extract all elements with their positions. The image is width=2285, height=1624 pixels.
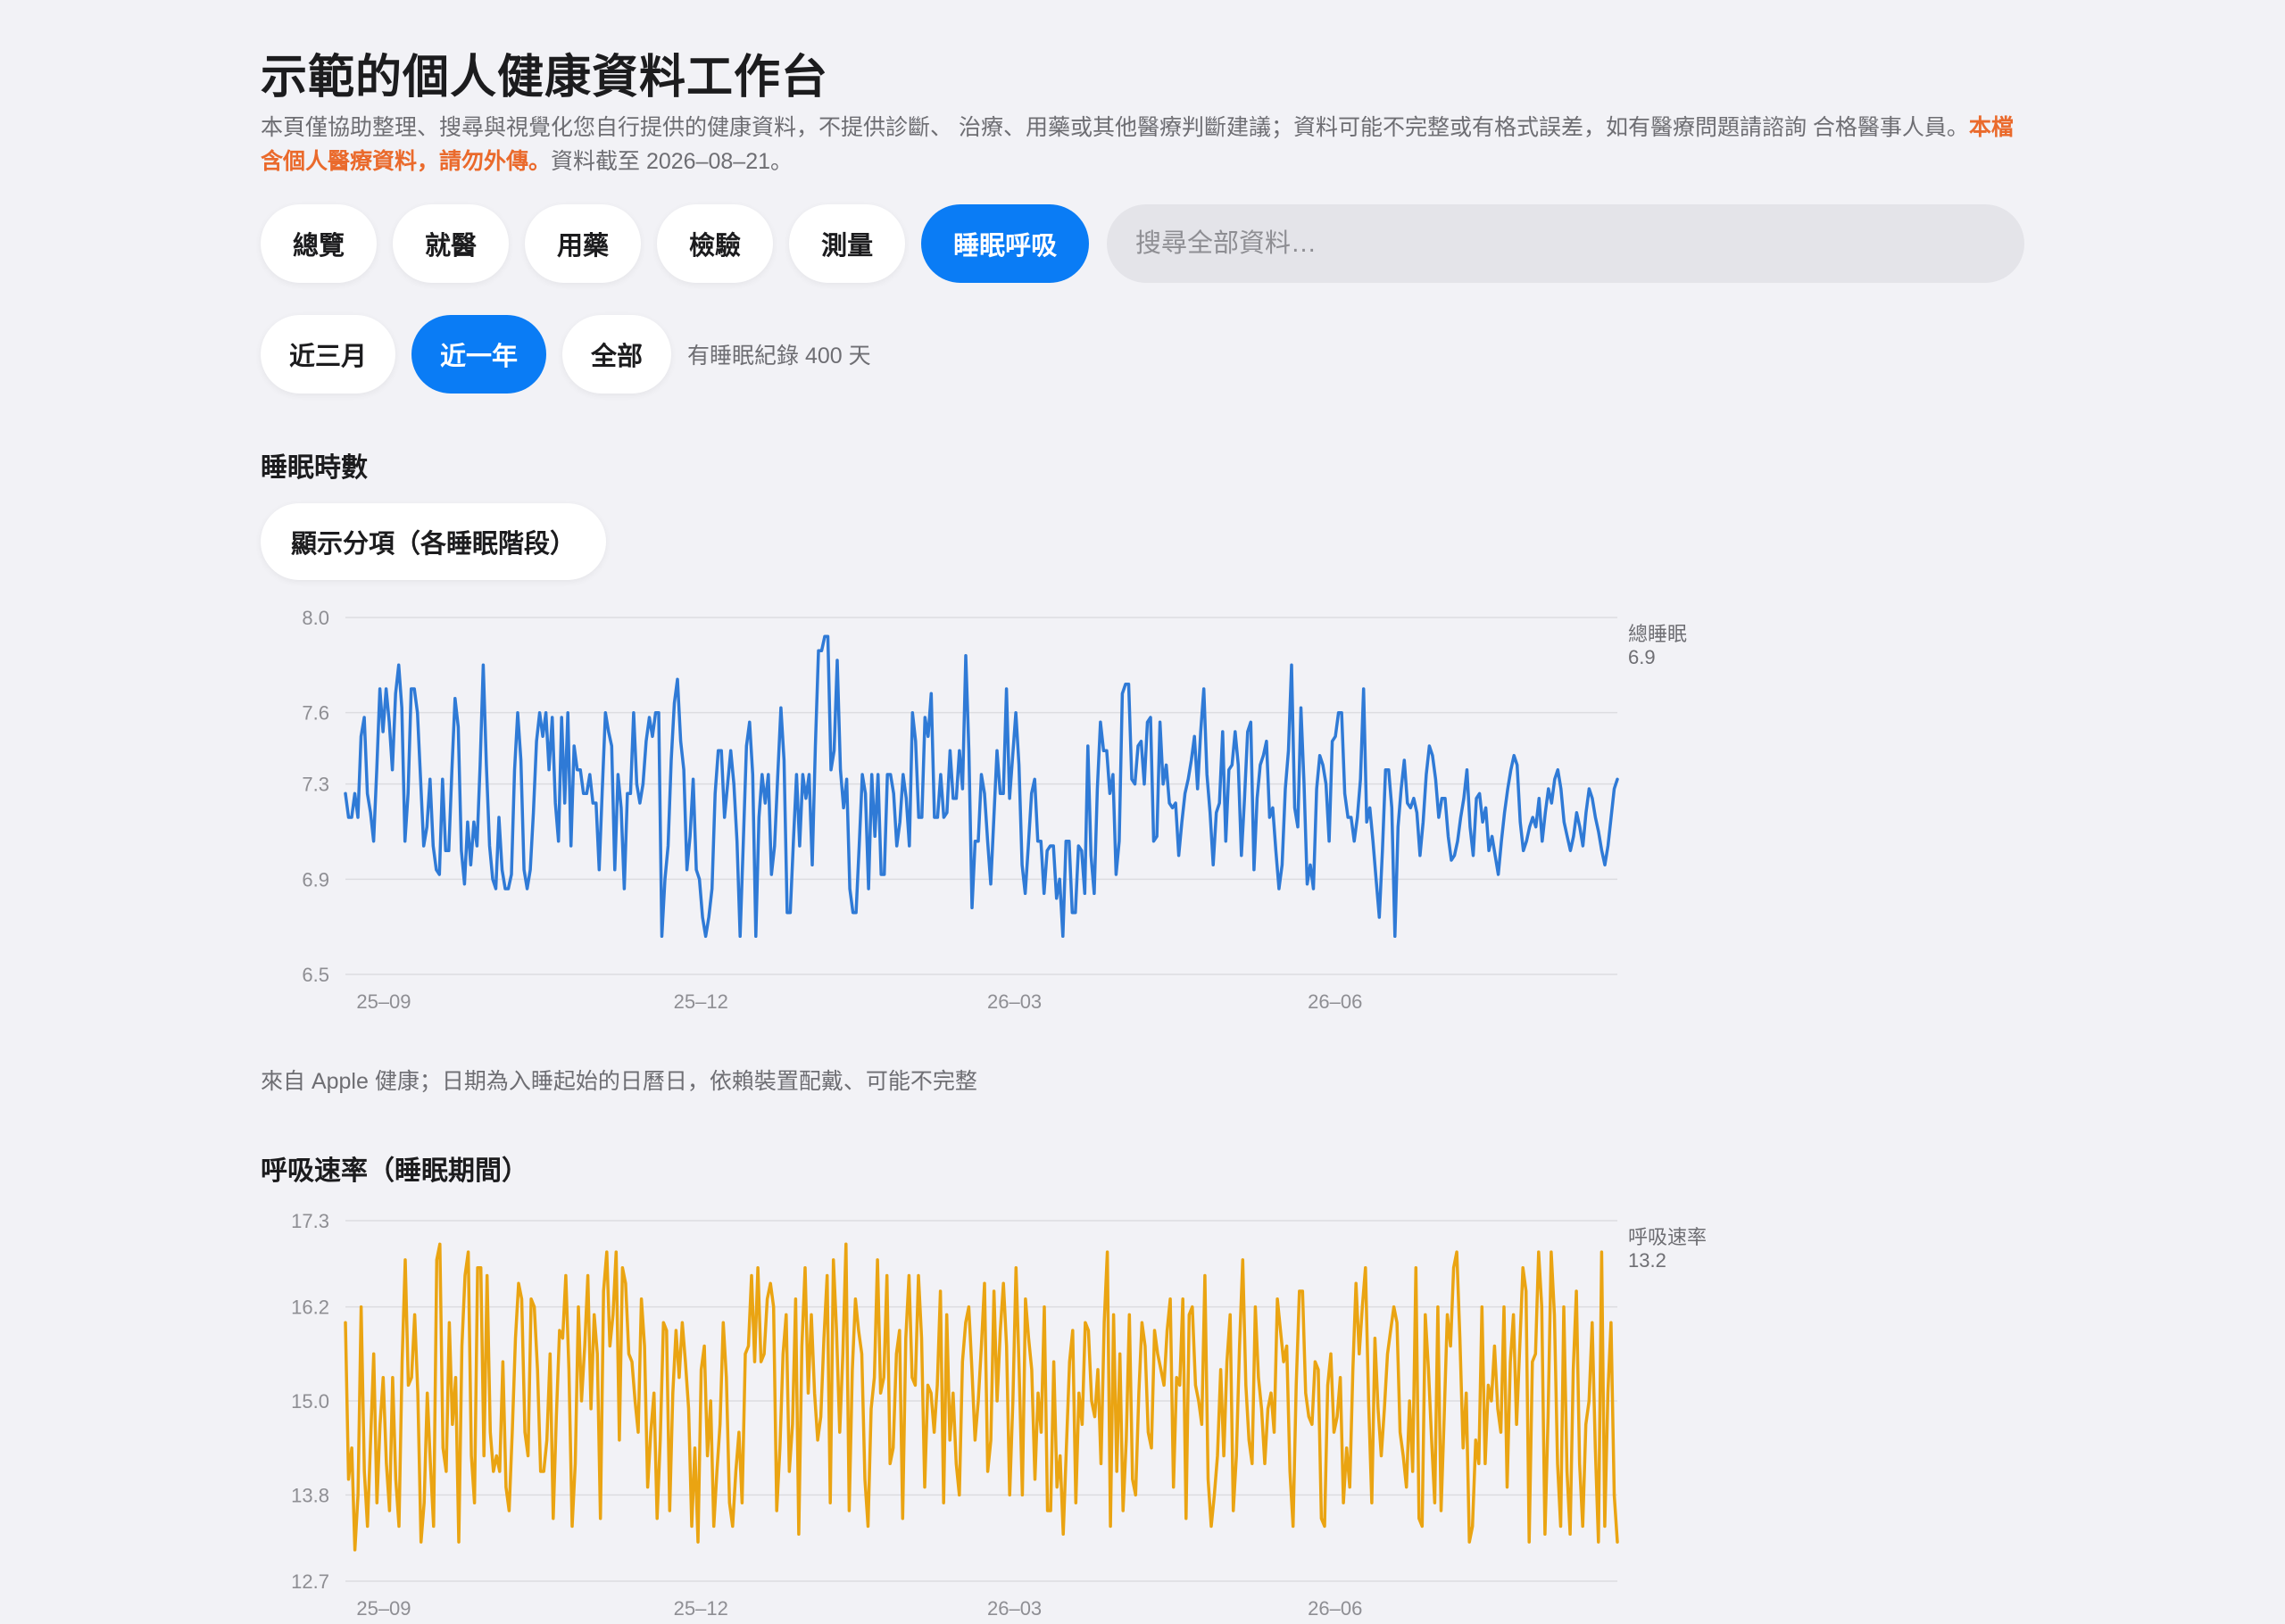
- y-tick-label: 12.7: [291, 1570, 329, 1593]
- x-tick-label: 26–06: [1308, 1597, 1362, 1620]
- page-description: 本頁僅協助整理、搜尋與視覺化您自行提供的健康資料，不提供診斷、 治療、用藥或其他…: [261, 111, 2028, 178]
- tab-labs[interactable]: 檢驗: [657, 204, 774, 283]
- y-tick-label: 16.2: [291, 1297, 329, 1319]
- disclaimer-text: 本頁僅協助整理、搜尋與視覺化您自行提供的健康資料，不提供診斷、 治療、用藥或其他…: [261, 115, 1969, 140]
- range-3-months[interactable]: 近三月: [261, 315, 396, 394]
- range-selector: 近三月 近一年 全部 有睡眠紀錄 400 天: [261, 315, 871, 394]
- series-latest-value: 6.9: [1628, 646, 1656, 668]
- sleep-record-count: 有睡眠紀錄 400 天: [687, 344, 871, 369]
- tab-visits[interactable]: 就醫: [393, 204, 510, 283]
- x-tick-label: 25–12: [674, 1597, 728, 1620]
- x-tick-label: 25–09: [356, 990, 411, 1013]
- respiratory-rate-title: 呼吸速率（睡眠期間）: [261, 1156, 528, 1186]
- tab-measurements[interactable]: 測量: [789, 204, 906, 283]
- range-1-year[interactable]: 近一年: [411, 315, 547, 394]
- sleep-hours-chart: 8.07.67.36.96.525–09 25–12 26–03 26–06總睡眠6.…: [302, 607, 1687, 1013]
- x-tick-label: 25–09: [356, 1597, 411, 1620]
- tab-sleep-breathing[interactable]: 睡眠呼吸: [921, 204, 1090, 283]
- sleep-source-note: 來自 Apple 健康；日期為入睡起始的日曆日，依賴裝置配戴、可能不完整: [261, 1069, 977, 1094]
- series-name-label: 總睡眠: [1628, 623, 1687, 645]
- series-line: [344, 634, 1619, 939]
- series-name-label: 呼吸速率: [1628, 1226, 1707, 1248]
- y-tick-label: 6.5: [302, 964, 329, 986]
- search-input[interactable]: [1107, 204, 2024, 283]
- series-latest-value: 13.2: [1628, 1249, 1666, 1272]
- range-all[interactable]: 全部: [562, 315, 672, 394]
- x-tick-label: 26–03: [987, 1597, 1042, 1620]
- show-stages-toggle[interactable]: 顯示分項（各睡眠階段）: [261, 503, 607, 580]
- tab-medications[interactable]: 用藥: [525, 204, 642, 283]
- y-tick-label: 6.9: [302, 868, 329, 891]
- y-tick-label: 17.3: [291, 1210, 329, 1232]
- main-tabs: 總覽 就醫 用藥 檢驗 測量 睡眠呼吸: [261, 204, 1105, 283]
- x-tick-label: 26–03: [987, 990, 1042, 1013]
- x-tick-label: 25–12: [674, 990, 728, 1013]
- tab-overview[interactable]: 總覽: [261, 204, 378, 283]
- y-tick-label: 15.0: [291, 1390, 329, 1413]
- page-title: 示範的個人健康資料工作台: [261, 52, 829, 104]
- y-tick-label: 7.3: [302, 774, 329, 796]
- respiratory-rate-chart: 17.3 16.2 15.0 13.8 12.7 25–09 25–12 26–03 26–06…: [291, 1210, 1707, 1620]
- series-line: [344, 1242, 1619, 1552]
- y-tick-label: 13.8: [291, 1484, 329, 1506]
- x-tick-label: 26–06: [1308, 990, 1362, 1013]
- y-tick-label: 8.0: [302, 607, 329, 629]
- sleep-hours-title: 睡眠時數: [261, 453, 368, 483]
- data-as-of: 資料截至 2026–08–21。: [551, 149, 793, 174]
- y-tick-label: 7.6: [302, 702, 329, 725]
